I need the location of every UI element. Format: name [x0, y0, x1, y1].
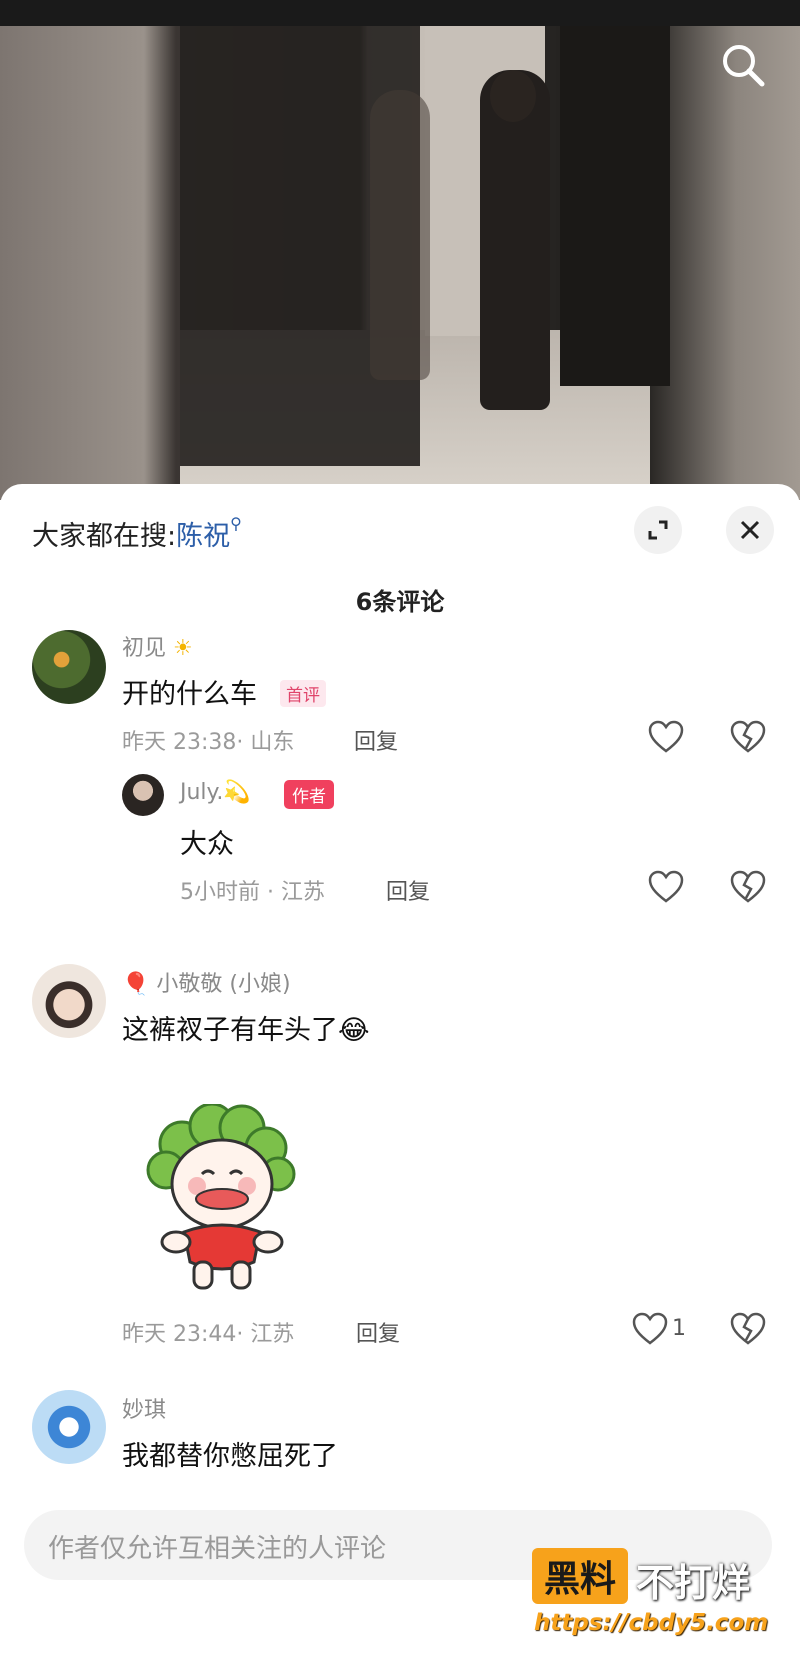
watermark: 黑料 不打烊 https://cbdy5.com	[532, 1548, 782, 1658]
heart-icon[interactable]	[648, 870, 684, 908]
comment-text: 我都替你憋屈死了	[122, 1441, 338, 1472]
laughing-crying-icon: 😂	[338, 1015, 370, 1046]
trending-search[interactable]: 大家都在搜:陈祝⚲	[32, 514, 242, 553]
avatar[interactable]	[32, 1390, 106, 1464]
reply-button[interactable]: 回复	[356, 1316, 400, 1348]
sun-icon: ☀	[173, 636, 193, 661]
avatar[interactable]	[122, 774, 164, 816]
reply-button[interactable]: 回复	[386, 874, 430, 906]
trending-search-prefix: 大家都在搜:	[32, 521, 177, 552]
search-icon: ⚲	[230, 514, 242, 533]
comment-sheet: 大家都在搜:陈祝⚲ 6条评论 初见 ☀ 开的什么车 首评 昨天 23:38· 山…	[0, 484, 800, 1662]
status-bar	[0, 0, 800, 26]
comment-username[interactable]: 初见 ☀	[122, 630, 193, 662]
video-figure	[370, 90, 430, 380]
reply-meta: 5小时前 · 江苏	[180, 880, 325, 905]
trending-search-keyword[interactable]: 陈祝	[176, 521, 230, 552]
heart-icon[interactable]	[632, 1312, 668, 1350]
comment-input-placeholder: 作者仅允许互相关注的人评论	[48, 1534, 387, 1564]
avatar[interactable]	[32, 630, 106, 704]
author-badge: 作者	[284, 780, 334, 809]
watermark-slogan: 不打烊	[636, 1561, 751, 1605]
comment-username[interactable]: 🎈 小敬敬 (小娘)	[122, 966, 291, 998]
comment-meta: 昨天 23:38· 山东	[122, 730, 295, 755]
like-count: 1	[672, 1316, 686, 1341]
video-figure-head	[490, 70, 536, 122]
comment-meta: 昨天 23:44· 江苏	[122, 1322, 295, 1347]
comment-text: 开的什么车	[122, 679, 257, 710]
watermark-url: https://cbdy5.com	[534, 1610, 769, 1636]
balloon-icon: 🎈	[122, 972, 150, 997]
search-icon[interactable]	[718, 40, 768, 90]
reply-username[interactable]: July.💫	[180, 780, 251, 805]
comment-count-title: 6条评论	[355, 588, 445, 616]
dislike-heart-icon[interactable]	[730, 870, 766, 908]
comment-username[interactable]: 妙琪	[122, 1392, 166, 1424]
expand-icon	[648, 520, 668, 540]
expand-button[interactable]	[634, 506, 682, 554]
close-icon	[740, 520, 760, 540]
video-player[interactable]	[0, 0, 800, 500]
video-door-right	[560, 26, 670, 386]
close-button[interactable]	[726, 506, 774, 554]
reply-text: 大众	[180, 829, 234, 860]
dizzy-icon: 💫	[223, 780, 251, 805]
dislike-heart-icon[interactable]	[730, 720, 766, 758]
comment-text: 这裤衩子有年头了😂	[122, 1015, 370, 1046]
heart-icon[interactable]	[648, 720, 684, 758]
avatar[interactable]	[32, 964, 106, 1038]
first-comment-badge: 首评	[280, 680, 326, 707]
reply-button[interactable]: 回复	[354, 724, 398, 756]
watermark-logo-box: 黑料	[532, 1548, 628, 1604]
clown-sticker-icon	[142, 1102, 302, 1294]
dislike-heart-icon[interactable]	[730, 1312, 766, 1350]
